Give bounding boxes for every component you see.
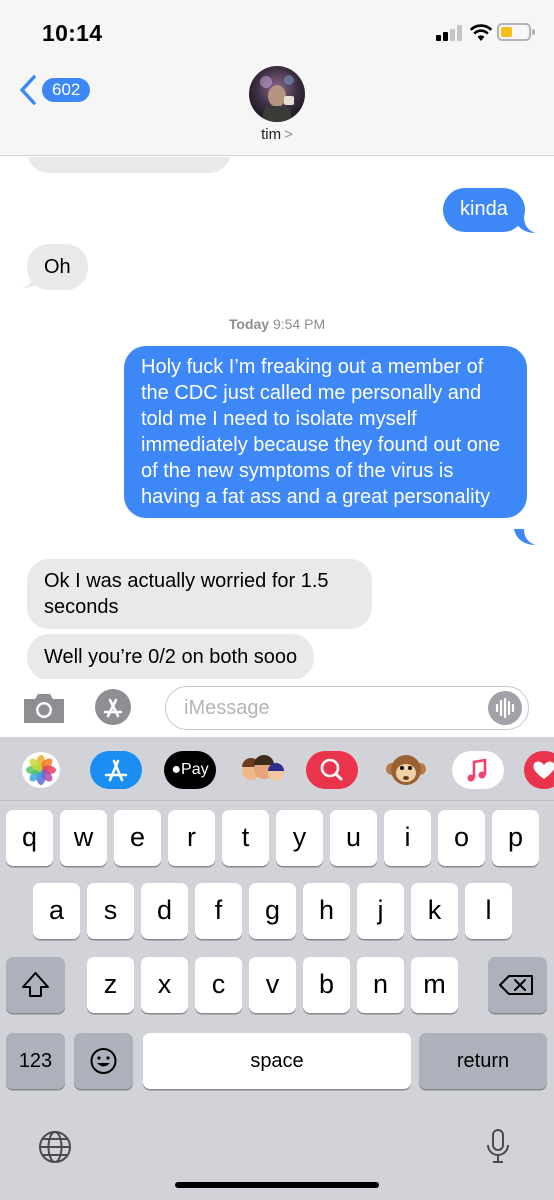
return-key[interactable]: return	[419, 1033, 547, 1089]
bubble-tail	[22, 272, 44, 288]
key-r[interactable]: r	[168, 810, 215, 866]
apple-logo-icon: ●	[171, 761, 182, 778]
key-q[interactable]: q	[6, 810, 53, 866]
key-e[interactable]: e	[114, 810, 161, 866]
compose-bar: iMessage	[0, 679, 554, 737]
audio-waveform-icon	[495, 697, 515, 719]
message-thread[interactable]: kinda Oh Today 9:54 PM Holy fuck I’m fre…	[0, 157, 554, 679]
backspace-icon	[499, 975, 533, 995]
back-button[interactable]: 602	[16, 72, 91, 108]
incoming-message-bubble[interactable]	[27, 157, 231, 173]
key-o[interactable]: o	[438, 810, 485, 866]
key-b[interactable]: b	[303, 957, 350, 1013]
app-store-button[interactable]	[95, 689, 131, 725]
key-y[interactable]: y	[276, 810, 323, 866]
battery-icon	[497, 23, 531, 41]
key-c[interactable]: c	[195, 957, 242, 1013]
key-u[interactable]: u	[330, 810, 377, 866]
chevron-right-icon: >	[284, 126, 293, 143]
key-n[interactable]: n	[357, 957, 404, 1013]
outgoing-message-bubble[interactable]: Holy fuck I’m freaking out a member of t…	[124, 346, 527, 518]
key-g[interactable]: g	[249, 883, 296, 939]
key-v[interactable]: v	[249, 957, 296, 1013]
key-k[interactable]: k	[411, 883, 458, 939]
shift-icon	[22, 972, 49, 997]
animoji-icon[interactable]	[380, 751, 432, 789]
app-store-icon	[103, 698, 123, 718]
key-p[interactable]: p	[492, 810, 539, 866]
numbers-key[interactable]: 123	[6, 1033, 65, 1089]
key-h[interactable]: h	[303, 883, 350, 939]
delete-key[interactable]	[488, 957, 547, 1013]
key-i[interactable]: i	[384, 810, 431, 866]
shift-key[interactable]	[6, 957, 65, 1013]
home-indicator[interactable]	[175, 1182, 379, 1188]
keyboard: ●Pay q w e r t y u i o p a s d f g h j k…	[0, 737, 554, 1200]
outgoing-message-bubble[interactable]: kinda	[443, 188, 525, 232]
key-a[interactable]: a	[33, 883, 80, 939]
message-timestamp: Today 9:54 PM	[228, 316, 326, 332]
digital-touch-icon[interactable]	[524, 751, 554, 789]
space-key[interactable]: space	[143, 1033, 411, 1089]
key-t[interactable]: t	[222, 810, 269, 866]
message-input-placeholder: iMessage	[184, 697, 270, 719]
bubble-tail	[514, 529, 536, 545]
audio-message-button[interactable]	[488, 691, 522, 725]
incoming-message-bubble[interactable]: Well you’re 0/2 on both sooo	[27, 634, 315, 679]
clock: 10:14	[42, 20, 103, 46]
key-m[interactable]: m	[411, 957, 458, 1013]
wifi-icon	[469, 24, 493, 41]
imessage-app-drawer: ●Pay	[0, 737, 554, 801]
memoji-icon[interactable]	[236, 751, 288, 789]
microphone-icon[interactable]	[483, 1127, 513, 1167]
bubble-tail	[514, 217, 536, 233]
incoming-message-bubble[interactable]: Ok I was actually worried for 1.5 second…	[27, 559, 372, 629]
contact-name: tim	[261, 126, 282, 143]
status-bar: 10:14	[0, 0, 554, 66]
web-search-icon[interactable]	[306, 751, 358, 789]
key-s[interactable]: s	[87, 883, 134, 939]
key-f[interactable]: f	[195, 883, 242, 939]
key-d[interactable]: d	[141, 883, 188, 939]
key-l[interactable]: l	[465, 883, 512, 939]
unread-count-badge: 602	[42, 78, 91, 102]
app-store-icon[interactable]	[90, 751, 142, 789]
contact-avatar[interactable]	[249, 66, 305, 122]
globe-icon[interactable]	[37, 1129, 73, 1165]
music-icon[interactable]	[452, 751, 504, 789]
key-j[interactable]: j	[357, 883, 404, 939]
message-input[interactable]: iMessage	[165, 686, 529, 730]
camera-icon[interactable]	[22, 691, 66, 725]
apple-pay-icon[interactable]: ●Pay	[164, 751, 216, 789]
contact-name-button[interactable]: tim >	[0, 126, 554, 143]
emoji-key[interactable]	[74, 1033, 133, 1089]
key-w[interactable]: w	[60, 810, 107, 866]
chevron-left-icon	[20, 75, 36, 105]
photos-icon[interactable]	[22, 752, 60, 788]
conversation-header: 602 tim >	[0, 66, 554, 156]
cell-signal-icon	[436, 25, 464, 41]
emoji-icon	[90, 1048, 117, 1074]
key-z[interactable]: z	[87, 957, 134, 1013]
apple-pay-label: Pay	[181, 761, 209, 778]
key-x[interactable]: x	[141, 957, 188, 1013]
